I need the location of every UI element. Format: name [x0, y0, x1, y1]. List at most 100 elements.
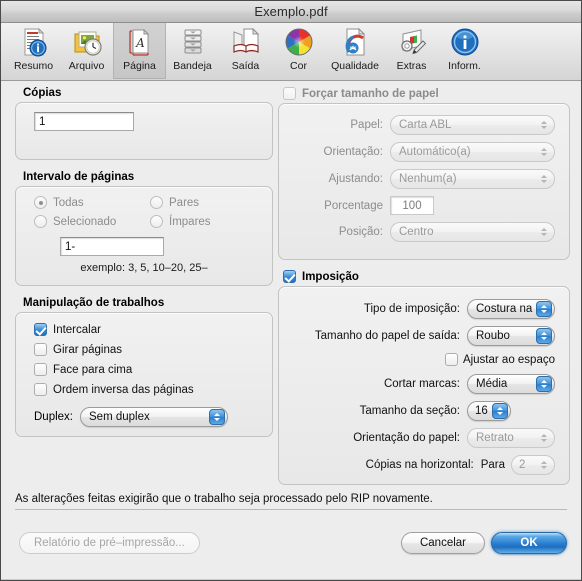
paper-label: Papel:: [350, 119, 383, 131]
duplex-label: Duplex:: [34, 411, 73, 423]
imposition-box: Tipo de imposição: Costura na Tamanho do…: [278, 286, 570, 485]
left-column: Cópias 1 Intervalo de páginas Todas Pare…: [15, 87, 273, 437]
toolbar-item-extras[interactable]: Extras: [385, 23, 438, 79]
imposition-checkbox[interactable]: Imposição: [278, 270, 570, 283]
duplex-select[interactable]: Sem duplex: [80, 407, 228, 427]
output-paper-size-select[interactable]: Roubo: [467, 326, 555, 346]
radio-pares-indicator: [150, 196, 163, 209]
horizontal-copies-select[interactable]: 2: [511, 455, 555, 475]
force-paper-size-box: Papel: Carta ABL Orientação: Automático(…: [278, 103, 570, 260]
scaling-row: Ajustando: Nenhum(a): [279, 169, 555, 189]
titlebar[interactable]: Exemplo.pdf: [1, 1, 581, 23]
toolbar-item-label: Saída: [231, 60, 260, 72]
paper-orientation-select[interactable]: Retrato: [467, 428, 555, 448]
checkbox-ordem-inversa-label: Ordem inversa das páginas: [53, 383, 194, 396]
job-handling-box: Intercalar Girar páginas Face para cima …: [15, 312, 273, 437]
copies-title: Cópias: [23, 87, 62, 99]
force-paper-size-label: Forçar tamanho de papel: [302, 87, 439, 100]
imposition-type-value: Costura na: [476, 303, 533, 315]
force-paper-size-checkbox[interactable]: Forçar tamanho de papel: [278, 87, 570, 100]
paper-orientation-row: Orientação do papel: Retrato: [279, 428, 555, 448]
svg-text:A: A: [135, 36, 145, 50]
chevron-updown-icon: [536, 301, 552, 317]
imposition-type-select[interactable]: Costura na: [467, 299, 555, 319]
radio-todas[interactable]: Todas: [34, 196, 84, 209]
section-size-select[interactable]: 16: [467, 401, 511, 421]
toolbar-item-resumo[interactable]: Resumo: [7, 23, 60, 79]
rip-note: As alterações feitas exigirão que o trab…: [15, 493, 433, 505]
fit-to-space-label: Ajustar ao espaço: [462, 353, 555, 366]
radio-impares[interactable]: Ímpares: [150, 215, 211, 228]
right-column: Forçar tamanho de papel Papel: Carta ABL…: [278, 87, 570, 485]
copies-input[interactable]: 1: [34, 112, 134, 131]
paper-value: Carta ABL: [399, 119, 452, 131]
window-title: Exemplo.pdf: [254, 4, 328, 19]
color-wheel-icon: [283, 26, 315, 58]
scaling-value: Nenhum(a): [399, 173, 457, 185]
percentage-input[interactable]: 100: [390, 196, 434, 215]
chevron-updown-icon: [536, 224, 552, 240]
checkbox-intercalar-label: Intercalar: [53, 323, 101, 336]
imposition-indicator: [283, 270, 296, 283]
quality-icon: [339, 26, 371, 58]
output-paper-size-label: Tamanho do papel de saída:: [314, 330, 460, 342]
file-icon: [71, 26, 103, 58]
toolbar-item-cor[interactable]: Cor: [272, 23, 325, 79]
horizontal-copies-label: Cópias na horizontal:: [365, 459, 474, 471]
crop-marks-select[interactable]: Média: [467, 374, 555, 394]
horizontal-copies-prefix: Para: [480, 459, 505, 471]
toolbar-item-arquivo[interactable]: Arquivo: [60, 23, 113, 79]
duplex-value: Sem duplex: [89, 411, 150, 423]
section-size-label: Tamanho da seção:: [359, 405, 460, 417]
chevron-updown-icon: [536, 328, 552, 344]
toolbar-item-label: Resumo: [13, 60, 54, 72]
chevron-updown-icon: [536, 430, 552, 446]
toolbar-item-saida[interactable]: Saída: [219, 23, 272, 79]
horizontal-copies-row: Cópias na horizontal: Para 2: [279, 455, 555, 475]
paper-select[interactable]: Carta ABL: [390, 115, 555, 135]
paper-orientation-value: Retrato: [476, 432, 514, 444]
checkbox-intercalar[interactable]: Intercalar: [34, 323, 194, 336]
toolbar-item-label: Qualidade: [331, 60, 379, 72]
note-divider: [15, 509, 567, 510]
checkbox-girar-paginas[interactable]: Girar páginas: [34, 343, 194, 356]
checkbox-girar-paginas-label: Girar páginas: [53, 343, 123, 356]
radio-todas-indicator: [34, 196, 47, 209]
toolbar-item-bandeja[interactable]: Bandeja: [166, 23, 219, 79]
orientation-select[interactable]: Automático(a): [390, 142, 555, 162]
paper-orientation-label: Orientação do papel:: [353, 432, 460, 444]
toolbar-item-label: Extras: [396, 60, 427, 72]
radio-selecionado[interactable]: Selecionado: [34, 215, 116, 228]
position-row: Posição: Centro: [279, 222, 555, 242]
toolbar-item-pagina[interactable]: A Página: [113, 23, 166, 79]
toolbar-item-label: Arquivo: [68, 60, 105, 72]
output-icon: [230, 26, 262, 58]
ok-button[interactable]: OK: [491, 532, 567, 554]
chevron-updown-icon: [209, 409, 225, 425]
checkbox-ordem-inversa[interactable]: Ordem inversa das páginas: [34, 383, 194, 396]
page-range-title: Intervalo de páginas: [23, 171, 135, 183]
toolbar-item-qualidade[interactable]: Qualidade: [325, 23, 385, 79]
footer: Relatório de pré–impressão... Cancelar O…: [1, 518, 581, 580]
radio-pares[interactable]: Pares: [150, 196, 199, 209]
radio-todas-label: Todas: [53, 196, 84, 209]
orientation-value: Automático(a): [399, 146, 471, 158]
toolbar-item-inform[interactable]: Inform.: [438, 23, 491, 79]
cancel-button[interactable]: Cancelar: [401, 532, 485, 554]
page-range-input[interactable]: 1-: [60, 237, 164, 256]
page-range-example: exemplo: 3, 5, 10–20, 25–: [80, 262, 208, 274]
crop-marks-label: Cortar marcas:: [383, 378, 460, 390]
print-dialog-window: Exemplo.pdf Resumo Arquivo A Página Band…: [0, 0, 582, 581]
position-select[interactable]: Centro: [390, 222, 555, 242]
toolbar-item-label: Cor: [290, 60, 307, 72]
checkbox-face-para-cima[interactable]: Face para cima: [34, 363, 194, 376]
prepress-report-button[interactable]: Relatório de pré–impressão...: [19, 532, 200, 554]
checkbox-girar-paginas-indicator: [34, 343, 47, 356]
force-paper-size-indicator: [283, 87, 296, 100]
crop-marks-value: Média: [476, 378, 508, 390]
radio-selecionado-indicator: [34, 215, 47, 228]
fit-to-space-checkbox[interactable]: Ajustar ao espaço: [444, 353, 555, 366]
fit-to-space-row: Ajustar ao espaço: [279, 353, 555, 366]
imposition-type-row: Tipo de imposição: Costura na: [279, 299, 555, 319]
scaling-select[interactable]: Nenhum(a): [390, 169, 555, 189]
